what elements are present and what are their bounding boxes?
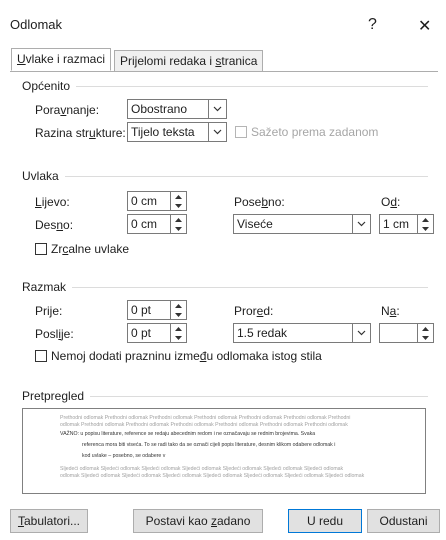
preview-current-line: referenca mora biti viseća. To se radi t…	[82, 442, 336, 448]
alignment-select[interactable]: Obostrano	[127, 99, 227, 119]
chevron-down-icon	[352, 215, 370, 233]
mirror-indents-checkbox[interactable]	[35, 243, 47, 255]
close-button[interactable]: ✕	[418, 16, 431, 36]
indent-by-input[interactable]: 1 cm	[379, 214, 434, 234]
spinner[interactable]	[170, 215, 186, 233]
spin-up-icon[interactable]	[418, 215, 433, 224]
section-divider	[22, 86, 428, 87]
special-indent-label: Posebno:	[234, 195, 285, 209]
chevron-down-icon	[208, 100, 226, 118]
chevron-down-icon	[352, 324, 370, 342]
indent-left-input[interactable]: 0 cm	[127, 191, 187, 211]
spacing-after-label: Poslije:	[35, 327, 74, 341]
outline-level-label: Razina strukture:	[35, 126, 126, 140]
line-spacing-at-input[interactable]	[379, 323, 434, 343]
indent-by-label: Od:	[381, 195, 401, 209]
mirror-indents-label: Zrcalne uvlake	[51, 242, 130, 256]
spin-up-icon[interactable]	[171, 324, 186, 333]
indent-right-label: Desno:	[35, 218, 74, 232]
preview-current-line: VAŽNO: u popisu literature, reference se…	[60, 431, 316, 437]
spinner[interactable]	[170, 301, 186, 319]
spacing-before-input[interactable]: 0 pt	[127, 300, 187, 320]
preview-current-line: kod uvlake – posebno, se odabere v	[82, 453, 166, 459]
preview-previous-line: odlomak Prethodni odlomak Prethodni odlo…	[60, 422, 348, 428]
spin-down-icon[interactable]	[171, 310, 186, 319]
no-space-label: Nemoj dodati prazninu između odlomaka is…	[51, 349, 322, 363]
tab-line-page-breaks[interactable]: Prijelomi redaka i stranica	[114, 50, 264, 71]
spin-up-icon[interactable]	[418, 324, 433, 333]
no-space-checkbox[interactable]	[35, 350, 47, 362]
line-spacing-label: Prored:	[234, 304, 274, 318]
spin-down-icon[interactable]	[418, 333, 433, 342]
ok-button[interactable]: U redu	[288, 509, 362, 533]
collapsed-checkbox[interactable]	[235, 126, 247, 138]
spin-down-icon[interactable]	[418, 224, 433, 233]
outline-level-select[interactable]: Tijelo teksta	[127, 122, 227, 142]
indent-right-input[interactable]: 0 cm	[127, 214, 187, 234]
section-preview-header: Pretpregled	[22, 389, 91, 403]
spacing-before-label: Prije:	[35, 304, 63, 318]
spin-up-icon[interactable]	[171, 301, 186, 310]
indent-left-label: Lijevo:	[35, 195, 70, 209]
help-button[interactable]: ?	[368, 16, 377, 34]
spin-up-icon[interactable]	[171, 215, 186, 224]
tab-indents-spacing[interactable]: Uvlake i razmaci	[11, 48, 112, 71]
title-bar	[0, 0, 446, 48]
line-spacing-select[interactable]: 1.5 redak	[233, 323, 371, 343]
preview-next-line: Sljedeći odlomak Sljedeći odlomak Sljede…	[60, 466, 344, 472]
spinner[interactable]	[417, 324, 433, 342]
tabs-button[interactable]: Tabulatori...	[10, 509, 88, 533]
alignment-label: Poravnanje:	[35, 103, 100, 117]
section-spacing-header: Razmak	[22, 280, 73, 294]
set-as-default-button[interactable]: Postavi kao zadano	[133, 509, 263, 533]
preview-next-line: odlomak Sljedeći odlomak Sljedeći odloma…	[60, 473, 365, 479]
section-divider	[22, 176, 428, 177]
spin-up-icon[interactable]	[171, 192, 186, 201]
special-indent-select[interactable]: Viseće	[233, 214, 371, 234]
spin-down-icon[interactable]	[171, 333, 186, 342]
cancel-button[interactable]: Odustani	[367, 509, 440, 533]
dialog-title: Odlomak	[10, 17, 63, 32]
section-indent-header: Uvlaka	[22, 169, 65, 183]
preview-box: Prethodni odlomak Prethodni odlomak Pret…	[22, 408, 426, 494]
section-divider	[22, 287, 428, 288]
spin-down-icon[interactable]	[171, 201, 186, 210]
line-spacing-at-label: Na:	[381, 304, 400, 318]
chevron-down-icon	[208, 123, 226, 141]
spacing-after-input[interactable]: 0 pt	[127, 323, 187, 343]
spin-down-icon[interactable]	[171, 224, 186, 233]
section-general-header: Općenito	[22, 79, 77, 93]
preview-previous-line: Prethodni odlomak Prethodni odlomak Pret…	[60, 415, 351, 421]
spinner[interactable]	[170, 324, 186, 342]
collapsed-label: Sažeto prema zadanom	[251, 125, 379, 139]
spinner[interactable]	[170, 192, 186, 210]
spinner[interactable]	[417, 215, 433, 233]
